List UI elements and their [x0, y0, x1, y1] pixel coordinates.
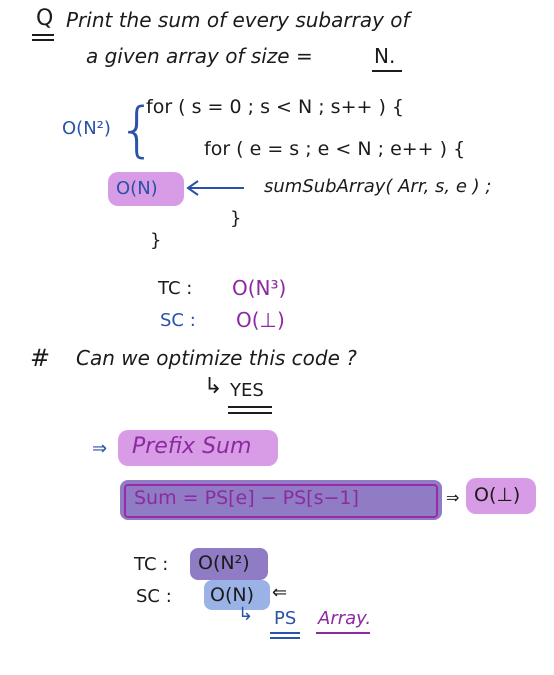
note-array: Array.: [318, 608, 372, 629]
sc-value-2: O(N): [210, 584, 254, 606]
prefix-arrow-icon: ⇒: [92, 438, 108, 459]
tc-label-1: TC :: [158, 278, 193, 299]
implies-arrow-icon: ⇒: [446, 488, 460, 507]
tc-label-2: TC :: [134, 554, 169, 575]
prefix-sum-title: Prefix Sum: [132, 434, 252, 459]
left-arrow-icon: [186, 180, 244, 196]
inner-loop-close-brace: }: [230, 208, 242, 229]
tc-value-1: O(N³): [232, 276, 287, 300]
note-arrow-icon: ↳: [238, 604, 254, 625]
sc-label-1: SC :: [160, 310, 196, 331]
sc-label-2: SC :: [136, 586, 172, 607]
sc-value-1: O(⊥): [236, 308, 285, 332]
note-ps: PS: [274, 608, 297, 629]
sum-subarray-call: sumSubArray( Arr, s, e ) ;: [264, 176, 492, 197]
notes-page: Q Print the sum of every subarray of a g…: [0, 0, 554, 675]
outer-loop-close-brace: }: [150, 230, 162, 251]
answer-yes: YES: [230, 380, 264, 401]
optimize-question: Can we optimize this code ?: [76, 346, 357, 370]
note-array-underline: [316, 632, 370, 634]
formula-complexity: O(⊥): [474, 484, 521, 506]
prefix-sum-formula: Sum = PS[e] − PS[s−1]: [134, 487, 359, 509]
yes-underline-2: [228, 412, 272, 414]
hash-marker: #: [30, 344, 51, 372]
note-ps-underline: [270, 632, 300, 634]
answer-arrow-icon: ↳: [204, 374, 223, 399]
note-ps-underline-2: [270, 637, 300, 639]
yes-underline: [228, 406, 272, 408]
tc-value-2: O(N²): [198, 552, 250, 574]
sc-left-arrow-icon: ⇐: [272, 582, 288, 603]
